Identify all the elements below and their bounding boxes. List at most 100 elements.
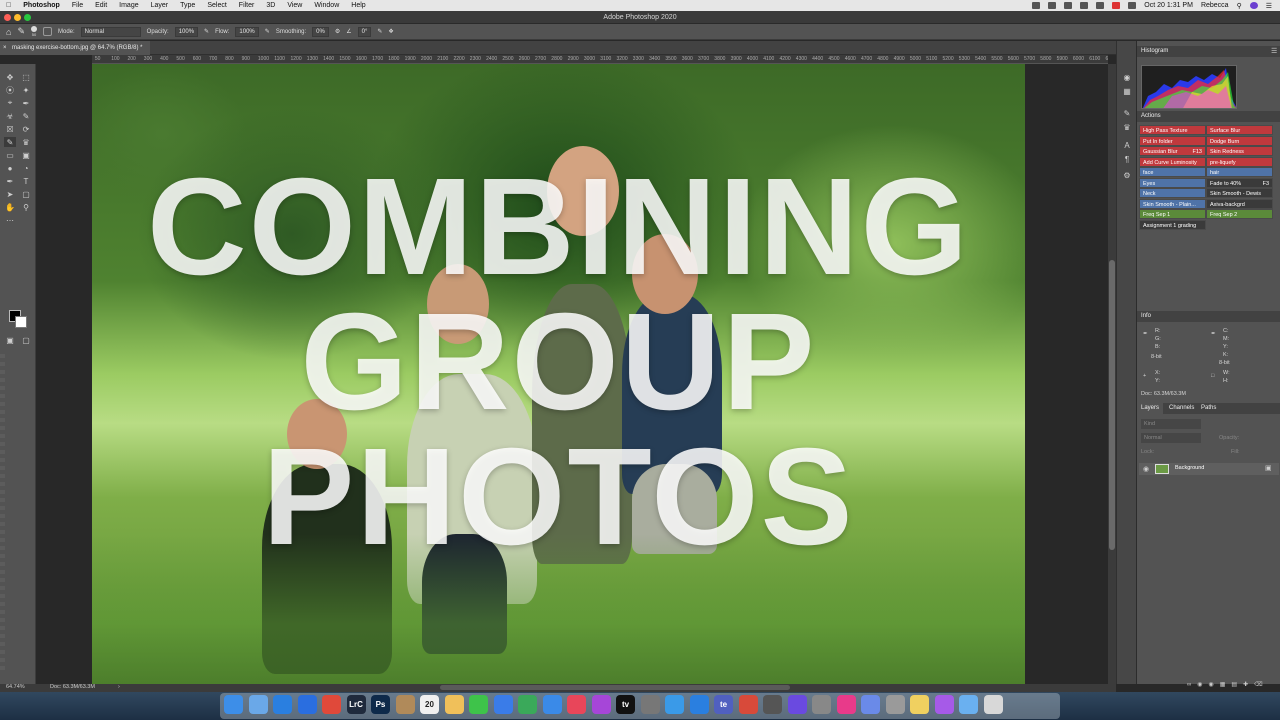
crop-tool-icon[interactable]: ⌖: [4, 98, 16, 108]
zoom-tool-icon[interactable]: ⚲: [20, 202, 32, 212]
hand-tool-icon[interactable]: ✋: [4, 202, 16, 212]
angle-field[interactable]: 0°: [357, 26, 372, 37]
shape-tool-icon[interactable]: ▢: [20, 189, 32, 199]
scroll-thumb[interactable]: [1109, 260, 1115, 550]
safari-icon[interactable]: [273, 695, 292, 714]
action-button[interactable]: Gaussian Blur F13: [1139, 146, 1206, 156]
star-icon[interactable]: [934, 695, 954, 714]
layer-filter-kind[interactable]: Kind: [1141, 419, 1201, 429]
path-select-tool-icon[interactable]: ➤: [4, 189, 16, 199]
properties-panel-icon[interactable]: ⚙: [1122, 171, 1132, 180]
pressure-opacity-icon[interactable]: ✎: [204, 28, 209, 35]
music-icon[interactable]: [567, 695, 586, 714]
menu-image[interactable]: Image: [113, 2, 144, 9]
zoom-button[interactable]: [24, 14, 31, 21]
calendar-icon[interactable]: 20: [420, 695, 439, 714]
lightroom-icon[interactable]: LrC: [346, 695, 366, 714]
minimize-button[interactable]: [14, 14, 21, 21]
lips-icon[interactable]: [836, 695, 856, 714]
appstore-icon[interactable]: [689, 695, 709, 714]
close-button[interactable]: [4, 14, 11, 21]
wifi-icon[interactable]: [1096, 2, 1105, 9]
eye-visibility-icon[interactable]: ◉: [1143, 465, 1149, 473]
control-center-icon[interactable]: ☰: [1266, 2, 1272, 10]
action-button[interactable]: Fade to 40% F3: [1206, 177, 1273, 188]
layer-footer-icons[interactable]: ∞◉◉▦▤✚⌫: [1187, 681, 1269, 688]
action-button[interactable]: Skin Smooth - Plain...: [1139, 198, 1206, 209]
action-button[interactable]: face: [1139, 167, 1206, 177]
menu-app[interactable]: Photoshop: [17, 2, 66, 9]
menu-select[interactable]: Select: [201, 2, 232, 9]
compass-icon[interactable]: [812, 695, 831, 714]
active-brush-tool-icon[interactable]: ✎: [4, 137, 16, 147]
appletv-icon[interactable]: tv: [616, 695, 635, 714]
battery-icon[interactable]: [1128, 2, 1137, 9]
keynote-icon[interactable]: [542, 695, 562, 714]
action-button[interactable]: Skin Redness: [1206, 146, 1273, 156]
vertical-scrollbar[interactable]: [1108, 64, 1116, 684]
stamp-tool-icon[interactable]: ☒: [4, 124, 16, 134]
layer-row-background[interactable]: ◉ Background ▣: [1139, 463, 1279, 475]
healing-tool-icon[interactable]: ☣: [4, 111, 16, 121]
clock[interactable]: Oct 20 1:31 PM: [1144, 2, 1193, 9]
layer-name[interactable]: Background: [1175, 465, 1204, 471]
action-button[interactable]: Axiva-backgrd: [1206, 198, 1273, 209]
flow-field[interactable]: 100%: [235, 26, 259, 37]
move-tool-icon[interactable]: ✥: [4, 72, 16, 82]
siri-icon[interactable]: [787, 695, 807, 714]
flag-icon[interactable]: [1112, 2, 1121, 9]
menu-window[interactable]: Window: [308, 2, 345, 9]
brush-panel-icon[interactable]: ✎: [1122, 109, 1132, 118]
menu-file[interactable]: File: [66, 2, 89, 9]
more-tools-icon[interactable]: ⋯: [4, 215, 16, 225]
blend-mode-select[interactable]: Normal: [1141, 433, 1201, 443]
action-button[interactable]: High Pass Texture: [1139, 125, 1206, 135]
siri-icon[interactable]: [1249, 2, 1258, 9]
smoothing-settings-icon[interactable]: ⚙: [335, 28, 340, 35]
gradient-tool-icon[interactable]: ▣: [20, 150, 32, 160]
symmetry-icon[interactable]: ❖: [388, 28, 393, 35]
action-button[interactable]: Freq Sep 2: [1206, 209, 1273, 219]
type-tool-icon[interactable]: T: [20, 176, 32, 186]
doc-size[interactable]: Doc: 63.3M/63.3M: [50, 684, 95, 690]
photoshop-icon[interactable]: Ps: [371, 695, 390, 714]
paragraph-panel-icon[interactable]: ¶: [1122, 155, 1132, 164]
launchpad-icon[interactable]: [248, 695, 268, 714]
preferences-icon[interactable]: [640, 695, 660, 714]
podcasts-icon[interactable]: [591, 695, 611, 714]
trash-icon[interactable]: [983, 695, 1003, 714]
dodge-tool-icon[interactable]: ◔: [20, 163, 32, 173]
opacity-field[interactable]: 100%: [174, 26, 199, 37]
photos-icon[interactable]: [444, 695, 464, 714]
screen-icon[interactable]: [1064, 2, 1073, 9]
action-button[interactable]: Surface Blur: [1206, 125, 1273, 135]
action-button[interactable]: Eyes: [1139, 177, 1206, 188]
tab-info[interactable]: Info: [1137, 311, 1155, 322]
cloud-icon[interactable]: [1048, 2, 1057, 9]
preview-icon[interactable]: [885, 695, 905, 714]
brush-tool-icon[interactable]: ✎: [17, 26, 25, 37]
pen-tool-icon[interactable]: ✒: [4, 176, 16, 186]
clone-tool-icon[interactable]: ♛: [20, 137, 32, 147]
tasks-icon[interactable]: [665, 695, 684, 714]
tab-histogram[interactable]: Histogram: [1137, 46, 1172, 57]
action-button[interactable]: Add Curve Luminosity: [1139, 156, 1206, 167]
pressure-size-icon[interactable]: ✎: [377, 28, 382, 35]
color-panel-icon[interactable]: ◉: [1122, 73, 1132, 82]
brush-settings-icon[interactable]: [42, 27, 52, 36]
menu-type[interactable]: Type: [174, 2, 201, 9]
netnewswire-icon[interactable]: [763, 695, 782, 714]
screen-mode-icon[interactable]: ▢: [20, 335, 32, 345]
messenger-icon[interactable]: [493, 695, 513, 714]
marquee-tool-icon[interactable]: ⬚: [20, 72, 32, 82]
contacts-icon[interactable]: [395, 695, 415, 714]
cc-icon[interactable]: [1080, 2, 1089, 9]
airbrush-icon[interactable]: ✎: [265, 28, 270, 35]
folder-icon[interactable]: [959, 695, 978, 714]
action-button[interactable]: Neck: [1139, 188, 1206, 198]
finder-icon[interactable]: [224, 695, 243, 714]
menu-3d[interactable]: 3D: [260, 2, 281, 9]
home-icon[interactable]: ⌂: [6, 27, 11, 37]
background-color-swatch[interactable]: [15, 316, 27, 328]
brush-preset-picker[interactable]: 50: [30, 26, 37, 37]
